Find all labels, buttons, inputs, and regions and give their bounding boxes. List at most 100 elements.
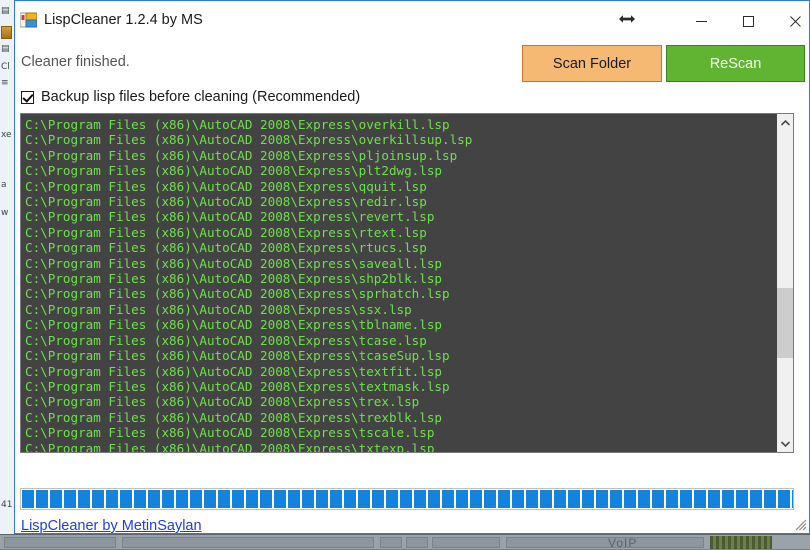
scanned-files-listbox[interactable]: C:\Program Files (x86)\AutoCAD 2008\Expr… bbox=[20, 113, 794, 453]
progress-segment bbox=[428, 490, 440, 508]
progress-segment bbox=[526, 490, 538, 508]
file-list-item[interactable]: C:\Program Files (x86)\AutoCAD 2008\Expr… bbox=[25, 302, 776, 317]
progress-segment bbox=[400, 490, 412, 508]
progress-segment bbox=[764, 490, 776, 508]
taskbar-item[interactable] bbox=[710, 536, 772, 549]
progress-segment bbox=[260, 490, 272, 508]
chevron-down-icon[interactable] bbox=[777, 435, 793, 452]
scan-folder-button[interactable]: Scan Folder bbox=[522, 45, 662, 82]
file-list-item[interactable]: C:\Program Files (x86)\AutoCAD 2008\Expr… bbox=[25, 379, 776, 394]
file-list-item[interactable]: C:\Program Files (x86)\AutoCAD 2008\Expr… bbox=[25, 317, 776, 332]
backup-checkbox[interactable]: Backup lisp files before cleaning (Recom… bbox=[21, 89, 360, 105]
background-text-cl: Cl bbox=[1, 62, 10, 72]
progress-segment bbox=[344, 490, 356, 508]
minimize-icon[interactable] bbox=[678, 6, 724, 37]
progress-segment bbox=[680, 490, 692, 508]
taskbar-item[interactable] bbox=[122, 537, 374, 548]
background-text-w: w bbox=[1, 208, 9, 218]
progress-segment bbox=[64, 490, 76, 508]
file-list-item[interactable]: C:\Program Files (x86)\AutoCAD 2008\Expr… bbox=[25, 148, 776, 163]
background-window-left-edge: ▤ ▤ Cl ≡ xe a w 41 bbox=[0, 0, 15, 534]
checkbox-checked-icon[interactable] bbox=[21, 90, 34, 104]
progress-segment bbox=[148, 490, 160, 508]
background-text-41: 41 bbox=[1, 500, 12, 510]
progress-segment bbox=[372, 490, 384, 508]
background-text-a: a bbox=[1, 180, 7, 190]
taskbar-item[interactable] bbox=[380, 537, 402, 548]
progress-segment bbox=[106, 490, 118, 508]
file-list-item[interactable]: C:\Program Files (x86)\AutoCAD 2008\Expr… bbox=[25, 132, 776, 147]
background-list-icon: ▤ bbox=[1, 44, 10, 54]
file-list-item[interactable]: C:\Program Files (x86)\AutoCAD 2008\Expr… bbox=[25, 163, 776, 178]
progress-segment bbox=[50, 490, 62, 508]
progress-segment bbox=[218, 490, 230, 508]
taskbar-item[interactable] bbox=[506, 537, 704, 548]
file-list-item[interactable]: C:\Program Files (x86)\AutoCAD 2008\Expr… bbox=[25, 410, 776, 425]
file-list-item[interactable]: C:\Program Files (x86)\AutoCAD 2008\Expr… bbox=[25, 348, 776, 363]
file-list-item[interactable]: C:\Program Files (x86)\AutoCAD 2008\Expr… bbox=[25, 364, 776, 379]
file-list-item[interactable]: C:\Program Files (x86)\AutoCAD 2008\Expr… bbox=[25, 117, 776, 132]
progress-segment bbox=[638, 490, 650, 508]
progress-segment bbox=[176, 490, 188, 508]
progress-segment bbox=[750, 490, 762, 508]
background-toolbar-icon: ▤ bbox=[1, 6, 10, 16]
progress-segment bbox=[484, 490, 496, 508]
file-list-item[interactable]: C:\Program Files (x86)\AutoCAD 2008\Expr… bbox=[25, 425, 776, 440]
lispcleaner-window: LispCleaner 1.2.4 by MS Cleaner finished… bbox=[14, 0, 810, 534]
progress-segment bbox=[554, 490, 566, 508]
progress-segment bbox=[652, 490, 664, 508]
progress-segment bbox=[792, 490, 793, 508]
file-list-item[interactable]: C:\Program Files (x86)\AutoCAD 2008\Expr… bbox=[25, 286, 776, 301]
progress-segment bbox=[246, 490, 258, 508]
file-list-item[interactable]: C:\Program Files (x86)\AutoCAD 2008\Expr… bbox=[25, 240, 776, 255]
progress-segment bbox=[414, 490, 426, 508]
app-window-icon bbox=[19, 12, 38, 28]
rescan-button[interactable]: ReScan bbox=[666, 45, 805, 82]
file-list-item[interactable]: C:\Program Files (x86)\AutoCAD 2008\Expr… bbox=[25, 333, 776, 348]
progress-segment bbox=[736, 490, 748, 508]
file-list-item[interactable]: C:\Program Files (x86)\AutoCAD 2008\Expr… bbox=[25, 225, 776, 240]
progress-segment bbox=[442, 490, 454, 508]
progress-segment bbox=[568, 490, 580, 508]
progress-segment bbox=[708, 490, 720, 508]
taskbar-item[interactable] bbox=[406, 537, 428, 548]
progress-segment bbox=[190, 490, 202, 508]
scanned-files-list[interactable]: C:\Program Files (x86)\AutoCAD 2008\Expr… bbox=[21, 114, 776, 452]
maximize-icon[interactable] bbox=[725, 6, 771, 37]
chevron-up-icon[interactable] bbox=[777, 114, 793, 131]
resize-grip-icon[interactable] bbox=[793, 517, 807, 531]
taskbar-item[interactable] bbox=[4, 537, 116, 548]
progress-segment bbox=[78, 490, 90, 508]
taskbar[interactable] bbox=[0, 534, 810, 549]
taskbar-item[interactable] bbox=[432, 537, 500, 548]
file-list-item[interactable]: C:\Program Files (x86)\AutoCAD 2008\Expr… bbox=[25, 179, 776, 194]
scan-progress-bar bbox=[20, 488, 794, 510]
window-title: LispCleaner 1.2.4 by MS bbox=[44, 12, 203, 28]
progress-segment bbox=[386, 490, 398, 508]
progress-segment bbox=[624, 490, 636, 508]
file-list-item[interactable]: C:\Program Files (x86)\AutoCAD 2008\Expr… bbox=[25, 194, 776, 209]
progress-segment bbox=[498, 490, 510, 508]
file-list-item[interactable]: C:\Program Files (x86)\AutoCAD 2008\Expr… bbox=[25, 271, 776, 286]
background-thumbnail bbox=[1, 26, 12, 39]
horizontal-resize-icon[interactable] bbox=[612, 5, 642, 33]
progress-segment bbox=[120, 490, 132, 508]
progress-segment bbox=[610, 490, 622, 508]
file-list-item[interactable]: C:\Program Files (x86)\AutoCAD 2008\Expr… bbox=[25, 441, 776, 452]
file-list-item[interactable]: C:\Program Files (x86)\AutoCAD 2008\Expr… bbox=[25, 256, 776, 271]
author-link[interactable]: LispCleaner by MetinSaylan bbox=[21, 518, 202, 533]
list-vertical-scrollbar[interactable] bbox=[776, 114, 793, 452]
progress-segment bbox=[540, 490, 552, 508]
progress-segment bbox=[36, 490, 48, 508]
progress-segment bbox=[778, 490, 790, 508]
title-bar[interactable]: LispCleaner 1.2.4 by MS bbox=[15, 1, 809, 42]
close-icon[interactable] bbox=[772, 6, 809, 37]
scrollbar-thumb[interactable] bbox=[777, 288, 793, 358]
progress-segment bbox=[582, 490, 594, 508]
progress-segment bbox=[722, 490, 734, 508]
progress-segment bbox=[274, 490, 286, 508]
status-message: Cleaner finished. bbox=[21, 54, 130, 70]
progress-segment bbox=[204, 490, 216, 508]
file-list-item[interactable]: C:\Program Files (x86)\AutoCAD 2008\Expr… bbox=[25, 394, 776, 409]
file-list-item[interactable]: C:\Program Files (x86)\AutoCAD 2008\Expr… bbox=[25, 209, 776, 224]
